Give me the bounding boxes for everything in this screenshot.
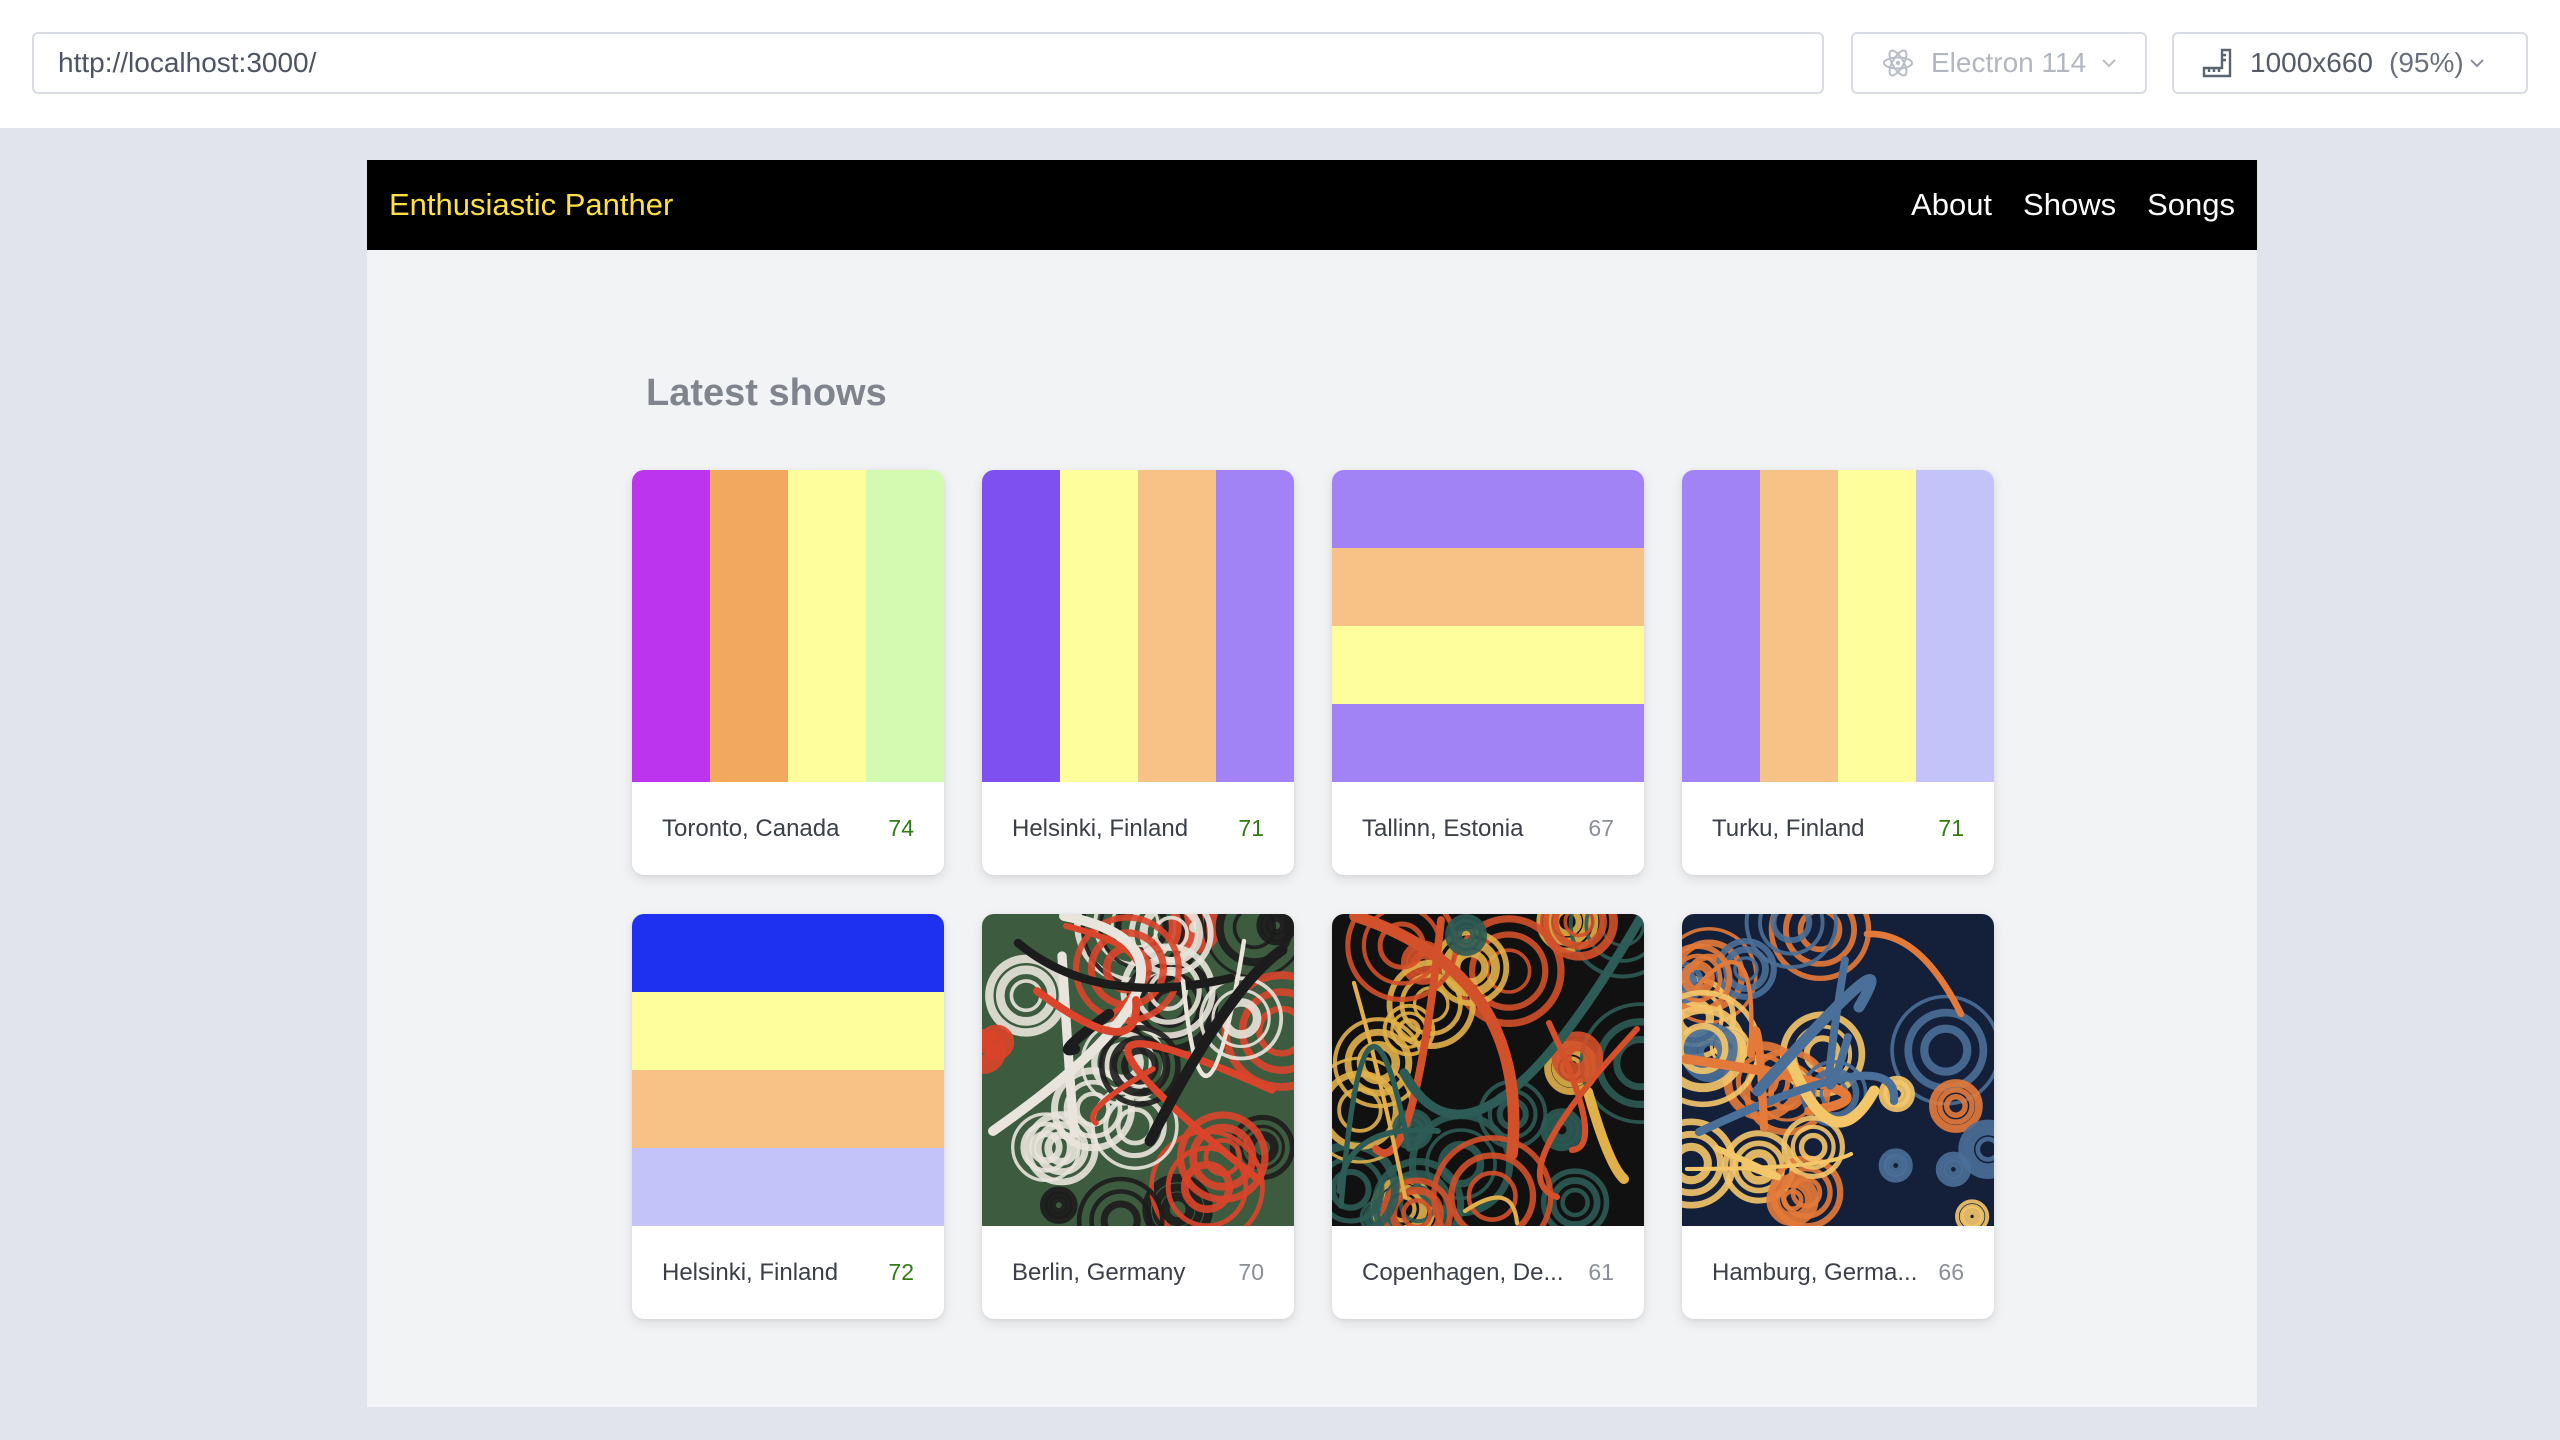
show-score: 72 [888,1259,914,1285]
nav-link-shows[interactable]: Shows [2023,187,2116,223]
art-stripe [710,470,788,782]
show-artwork [1682,914,1994,1226]
show-city: Copenhagen, De... [1362,1258,1564,1286]
show-score: 67 [1588,815,1614,841]
top-nav: Enthusiastic Panther About Shows Songs [367,160,2257,250]
show-score: 66 [1938,1259,1964,1285]
show-artwork [632,470,944,782]
art-stripe [1332,704,1644,782]
show-artwork [982,914,1294,1226]
chevron-down-icon [2098,52,2120,74]
page-title: Latest shows [646,372,887,414]
browser-toolbar: http://localhost:3000/ Electron 114 1000… [0,0,2560,128]
show-city: Helsinki, Finland [662,1258,839,1286]
show-card[interactable]: Berlin, Germany 70 [982,914,1294,1319]
show-city: Toronto, Canada [662,814,840,842]
show-city: Helsinki, Finland [1012,814,1189,842]
url-input[interactable]: http://localhost:3000/ [32,32,1824,94]
art-stripe [1916,470,1994,782]
show-card[interactable]: Helsinki, Finland 71 [982,470,1294,875]
art-stripe [1838,470,1916,782]
art-stripe [632,914,944,992]
app-viewport: Enthusiastic Panther About Shows Songs L… [367,160,2257,1407]
show-score: 71 [1938,815,1964,841]
show-city: Turku, Finland [1712,814,1865,842]
nav-links: About Shows Songs [1880,187,2235,223]
art-stripe [1332,470,1644,548]
engine-dropdown[interactable]: Electron 114 [1851,32,2147,94]
url-text: http://localhost:3000/ [58,47,317,78]
show-score: 74 [888,815,914,841]
nav-link-songs[interactable]: Songs [2147,187,2235,223]
show-card[interactable]: Helsinki, Finland 72 [632,914,944,1319]
show-score: 61 [1588,1259,1614,1285]
show-card[interactable]: Hamburg, Germa... 66 [1682,914,1994,1319]
viewport-dropdown[interactable]: 1000x660 (95%) [2172,32,2528,94]
chevron-down-icon [2466,52,2488,74]
show-score: 70 [1238,1259,1264,1285]
show-artwork [1682,470,1994,782]
art-stripe [632,1148,944,1226]
art-stripe [1060,470,1138,782]
show-artwork [982,470,1294,782]
electron-icon [1881,46,1915,80]
art-stripe [632,1070,944,1148]
art-stripe [1760,470,1838,782]
art-stripe [866,470,944,782]
show-city: Hamburg, Germa... [1712,1258,1918,1286]
show-card[interactable]: Tallinn, Estonia 67 [1332,470,1644,875]
art-stripe [788,470,866,782]
art-stripe [1682,470,1760,782]
viewport-size: 1000x660 [2250,47,2374,78]
art-stripe [632,470,710,782]
show-artwork [1332,470,1644,782]
show-city: Berlin, Germany [1012,1258,1186,1286]
show-score: 71 [1238,815,1264,841]
art-stripe [1332,548,1644,626]
show-artwork [632,914,944,1226]
show-city: Tallinn, Estonia [1362,814,1524,842]
show-card[interactable]: Copenhagen, De... 61 [1332,914,1644,1319]
show-card[interactable]: Turku, Finland 71 [1682,470,1994,875]
art-stripe [1332,626,1644,704]
engine-label: Electron 114 [1931,47,2087,78]
art-stripe [1216,470,1294,782]
art-stripe [632,992,944,1070]
ruler-icon [2200,46,2234,80]
show-artwork [1332,914,1644,1226]
art-stripe [982,470,1060,782]
show-card[interactable]: Toronto, Canada 74 [632,470,944,875]
viewport-zoom: (95%) [2389,47,2464,78]
nav-link-about[interactable]: About [1911,187,1992,223]
brand-title[interactable]: Enthusiastic Panther [389,187,673,223]
art-stripe [1138,470,1216,782]
